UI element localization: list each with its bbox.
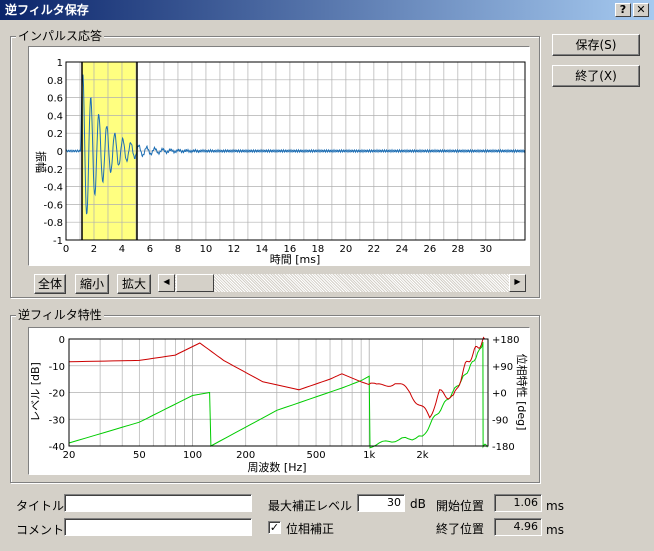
phase-axis-label: 位相特性 [deg] xyxy=(515,354,529,431)
impulse-x-tick: 30 xyxy=(479,244,492,255)
impulse-x-tick: 2 xyxy=(91,244,97,255)
frequency-axis-label: 周波数 [Hz] xyxy=(247,461,306,474)
view-all-button[interactable]: 全体 xyxy=(34,274,66,294)
impulse-y-tick: -0.8 xyxy=(43,218,63,229)
impulse-chart: 10.80.60.40.20-0.2-0.4-0.6-0.8-1 0 2 4 6 8 10… xyxy=(34,58,526,266)
impulse-y-tick: -0.4 xyxy=(43,183,63,194)
impulse-x-tick: 24 xyxy=(395,244,408,255)
impulse-y-tick: 0.8 xyxy=(47,76,63,87)
title-label: タイトル xyxy=(16,499,65,513)
comment-label: コメント xyxy=(16,523,65,537)
impulse-x-tick: 12 xyxy=(228,244,241,255)
level-y-tick: -30 xyxy=(49,415,65,426)
impulse-x-tick: 26 xyxy=(423,244,436,255)
help-button[interactable]: ? xyxy=(615,3,631,17)
end-position-label: 終了位置 xyxy=(436,522,485,536)
filter-group-label: 逆フィルタ特性 xyxy=(16,308,104,322)
level-axis-label: レベル [dB] xyxy=(29,362,42,422)
scroll-right-icon[interactable]: ▶ xyxy=(509,274,526,292)
comment-input[interactable] xyxy=(64,518,252,536)
filter-plot-panel: 0 -10 -20 -30 -40 +180 +90 +0 -90 -180 20 50 100 20… xyxy=(28,327,530,475)
zoom-in-button[interactable]: 拡大 xyxy=(117,274,151,294)
end-position-unit: ms xyxy=(546,523,564,537)
impulse-y-tick: -0.6 xyxy=(43,200,63,211)
frequency-tick: 20 xyxy=(63,450,76,461)
impulse-x-tick: 6 xyxy=(147,244,153,255)
filter-chart: 0-10-20-30-40 +180+90+0-90-180 20 50 100 20… xyxy=(29,335,529,474)
zoom-out-button[interactable]: 縮小 xyxy=(75,274,109,294)
title-bar: 逆フィルタ保存 xyxy=(0,0,654,20)
frequency-tick: 100 xyxy=(183,450,202,461)
phase-y-tick: +0 xyxy=(492,389,507,400)
impulse-y-tick: 0.2 xyxy=(47,129,63,140)
window-title: 逆フィルタ保存 xyxy=(5,3,89,17)
scroll-left-icon[interactable]: ◀ xyxy=(158,274,175,292)
save-button[interactable]: 保存(S) xyxy=(552,34,640,56)
phase-y-tick: -90 xyxy=(492,415,508,426)
max-level-input[interactable]: 30 xyxy=(357,494,405,512)
impulse-x-tick: 8 xyxy=(175,244,181,255)
frequency-tick: 200 xyxy=(236,450,255,461)
frequency-tick: 50 xyxy=(133,450,146,461)
title-input[interactable] xyxy=(64,494,252,512)
max-level-unit: dB xyxy=(410,497,426,511)
impulse-plot-panel: 1 0.8 0.6 0.4 0.2 0 -0.2 -0.4 -0.6 -0.8 -1 0 2 4 6 8 10… xyxy=(28,46,530,266)
phase-curve xyxy=(68,341,488,449)
phase-correction-label: 位相補正 xyxy=(286,522,335,536)
impulse-y-tick: 0.4 xyxy=(47,111,63,122)
start-position-unit: ms xyxy=(546,499,564,513)
frequency-tick: 1k xyxy=(363,450,375,461)
end-position-value: 4.96 xyxy=(494,518,542,536)
impulse-x-tick: 28 xyxy=(451,244,464,255)
start-position-label: 開始位置 xyxy=(436,499,485,513)
impulse-x-tick: 14 xyxy=(256,244,269,255)
impulse-x-tick: 22 xyxy=(367,244,380,255)
impulse-x-tick: 0 xyxy=(63,244,69,255)
max-level-label: 最大補正レベル xyxy=(268,499,353,513)
exit-button[interactable]: 終了(X) xyxy=(552,65,640,87)
level-y-tick: -10 xyxy=(49,362,65,373)
scroll-thumb[interactable] xyxy=(176,274,214,292)
frequency-tick: 500 xyxy=(306,450,325,461)
impulse-x-label: 時間 [ms] xyxy=(270,253,321,265)
impulse-y-tick: -1 xyxy=(53,236,63,247)
phase-correction-checkbox[interactable]: ✓ xyxy=(268,521,281,534)
impulse-y-tick: 0 xyxy=(57,147,63,158)
impulse-x-tick: 10 xyxy=(200,244,213,255)
level-y-tick: 0 xyxy=(59,335,65,346)
phase-y-tick: +90 xyxy=(492,362,513,373)
close-button[interactable]: ✕ xyxy=(633,3,649,17)
impulse-group-label: インパルス応答 xyxy=(16,29,105,43)
impulse-y-label: 振幅 xyxy=(34,151,48,173)
phase-y-tick: +180 xyxy=(492,335,519,346)
frequency-tick: 2k xyxy=(416,450,428,461)
filter-grid xyxy=(68,338,488,447)
start-position-value: 1.06 xyxy=(494,494,542,512)
impulse-x-tick: 4 xyxy=(119,244,125,255)
phase-y-tick: -180 xyxy=(492,442,515,453)
impulse-x-tick: 20 xyxy=(340,244,353,255)
impulse-y-tick: 1 xyxy=(57,58,63,69)
level-y-tick: -20 xyxy=(49,389,65,400)
impulse-y-tick: 0.6 xyxy=(47,94,63,105)
